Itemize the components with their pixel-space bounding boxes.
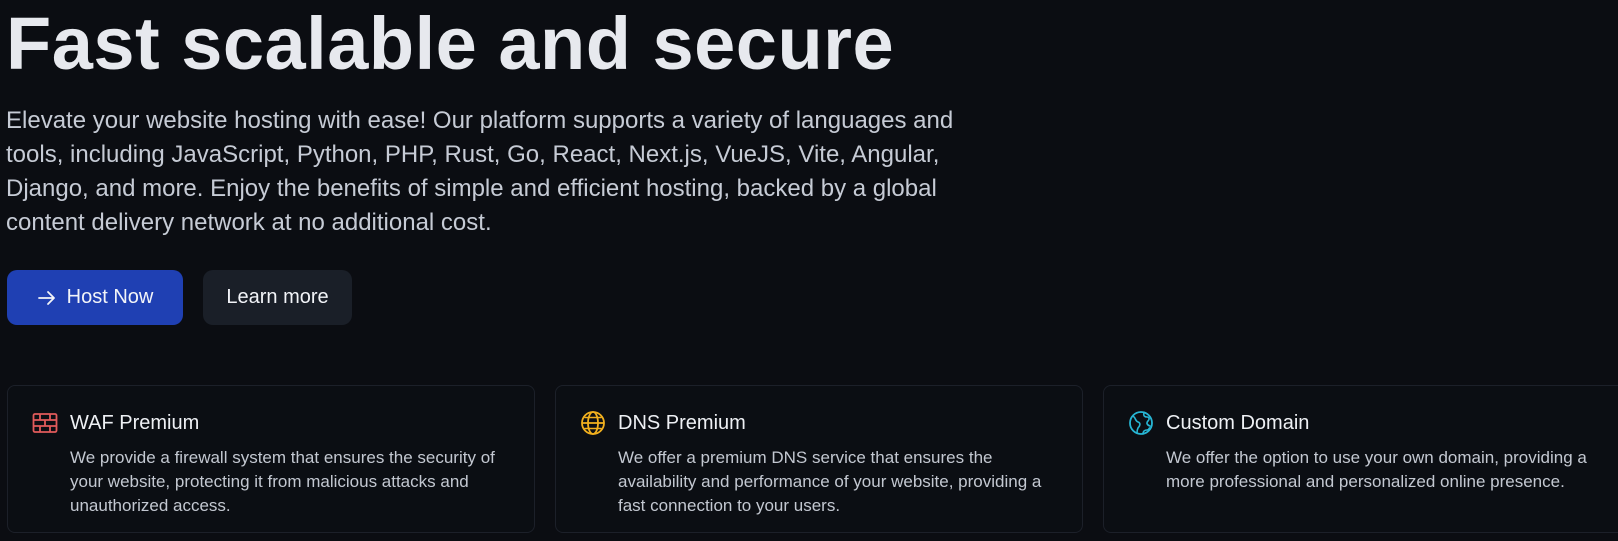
feature-card-waf: WAF Premium We provide a firewall system… <box>7 385 535 533</box>
arrow-right-icon <box>37 290 55 305</box>
feature-card-custom-domain: Custom Domain We offer the option to use… <box>1103 385 1618 533</box>
globe-icon <box>581 411 605 435</box>
feature-header: Custom Domain <box>1128 408 1606 438</box>
feature-text: We offer the option to use your own doma… <box>1166 448 1587 491</box>
feature-title: WAF Premium <box>70 411 200 434</box>
feature-text: We offer a premium DNS service that ensu… <box>618 448 1042 515</box>
feature-text: We provide a firewall system that ensure… <box>70 448 495 515</box>
hero-actions: Host Now Learn more <box>7 270 352 325</box>
host-now-button[interactable]: Host Now <box>7 270 183 325</box>
firewall-icon <box>32 413 58 433</box>
feature-title: Custom Domain <box>1166 411 1310 434</box>
hero-description: Elevate your website hosting with ease! … <box>6 107 954 236</box>
feature-header: WAF Premium <box>32 408 510 438</box>
host-now-label: Host Now <box>66 286 154 308</box>
learn-more-label: Learn more <box>226 286 329 308</box>
feature-card-dns: DNS Premium We offer a premium DNS servi… <box>555 385 1083 533</box>
features-grid: WAF Premium We provide a firewall system… <box>7 385 1618 533</box>
earth-icon <box>1129 411 1153 435</box>
hero-title: Fast scalable and secure <box>6 2 895 85</box>
feature-header: DNS Premium <box>580 408 1058 438</box>
learn-more-button[interactable]: Learn more <box>203 270 352 325</box>
feature-title: DNS Premium <box>618 411 746 434</box>
page: Fast scalable and secure Elevate your we… <box>0 0 1618 541</box>
